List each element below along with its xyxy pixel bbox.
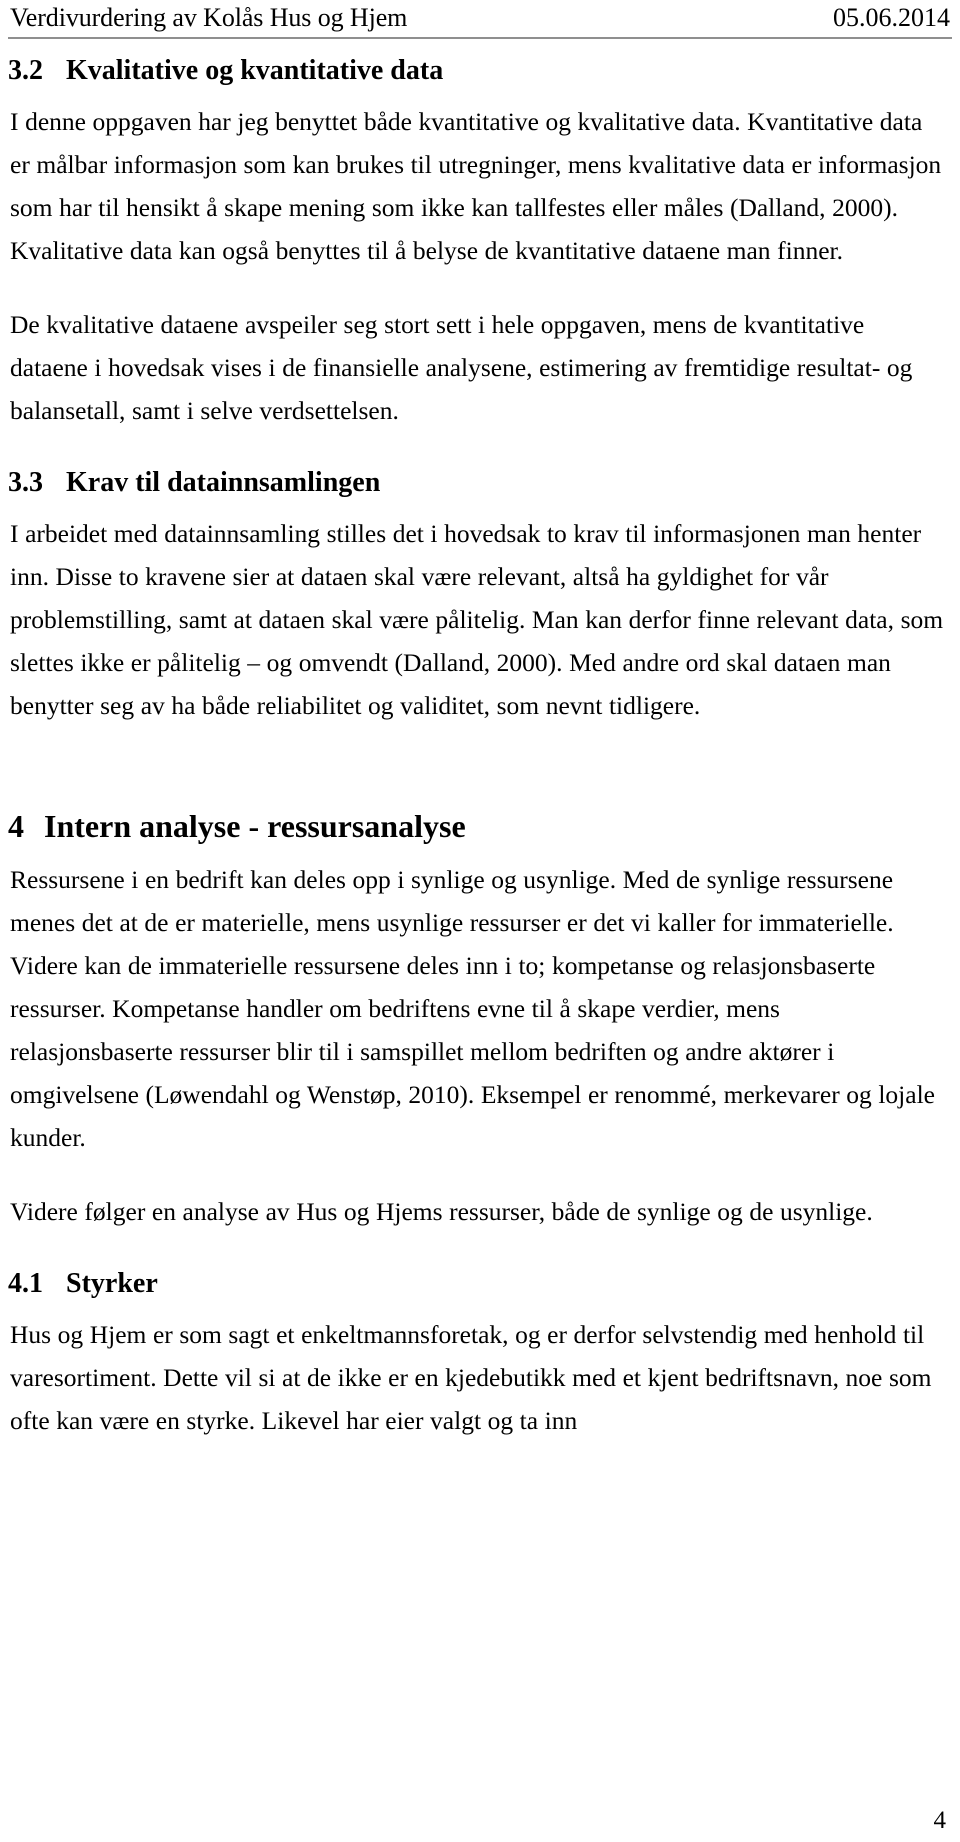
header-date: 05.06.2014 [833, 3, 950, 32]
paragraph-3-3-1: I arbeidet med datainnsamling stilles de… [10, 519, 944, 720]
section-title-4: Intern analyse - ressursanalyse [44, 808, 466, 844]
section-heading-3-3: 3.3 Krav til datainnsamlingen [8, 463, 952, 503]
paragraph-4-1-1: Hus og Hjem er som sagt et enkeltmannsfo… [10, 1320, 932, 1435]
section-title-3-2: Kvalitative og kvantitative data [66, 55, 444, 86]
page-number: 4 [933, 1807, 947, 1834]
paragraph-4-2: Videre følger en analyse av Hus og Hjems… [10, 1197, 873, 1226]
section-number-3-3: 3.3 [8, 467, 43, 498]
section-title-4-1: Styrker [66, 1268, 158, 1299]
section-number-4: 4 [8, 808, 24, 844]
section-heading-4: 4 Intern analyse - ressursanalyse [8, 803, 952, 849]
section-heading-4-1: 4.1 Styrker [8, 1264, 952, 1304]
header-document-title: Verdivurdering av Kolås Hus og Hjem [10, 3, 408, 32]
section-heading-3-2: 3.2 Kvalitative og kvantitative data [8, 51, 952, 91]
section-title-3-3: Krav til datainnsamlingen [66, 467, 381, 498]
document-page: Verdivurdering av Kolås Hus og Hjem 05.0… [0, 0, 960, 1842]
paragraph-3-2-1: I denne oppgaven har jeg benyttet både k… [10, 107, 942, 265]
paragraph-4-1: Ressursene i en bedrift kan deles opp i … [10, 865, 935, 1152]
section-number-4-1: 4.1 [8, 1268, 43, 1299]
paragraph-3-2-2: De kvalitative dataene avspeiler seg sto… [10, 310, 913, 425]
section-number-3-2: 3.2 [8, 55, 43, 86]
running-header: Verdivurdering av Kolås Hus og Hjem 05.0… [8, 0, 952, 39]
